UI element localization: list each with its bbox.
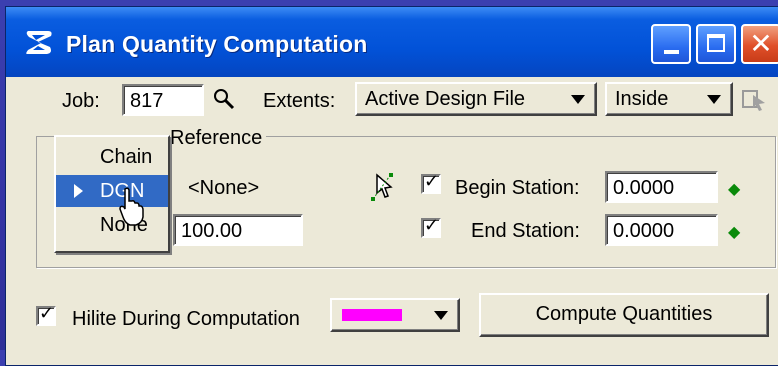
selected-arrow-icon [74,184,83,198]
menu-item-chain[interactable]: Chain [56,141,168,173]
checkmark-icon: ✓ [424,215,440,236]
select-element-icon[interactable] [369,169,399,203]
station-target-icon[interactable]: ◆ [728,222,740,241]
hilite-checkbox[interactable]: ✓ [36,303,56,326]
menu-item-dgn[interactable]: DGN [56,175,168,207]
minimize-button[interactable] [651,24,691,64]
search-icon[interactable] [212,87,236,111]
maximize-button[interactable] [696,24,736,64]
reference-group-label: Reference [166,127,267,150]
extents-scope-select[interactable]: Active Design File [355,82,597,116]
hilite-label: Hilite During Computation [72,308,300,330]
close-icon: ✕ [749,27,773,60]
reference-type-menu: Chain DGN None [54,135,170,253]
title-bar[interactable]: Plan Quantity Computation ✕ [6,7,778,77]
color-swatch [342,309,402,321]
job-input[interactable]: 817 [122,84,204,116]
checkmark-icon: ✓ [39,303,55,324]
hilite-color-select[interactable] [330,298,460,332]
end-station-label: End Station: [471,220,580,242]
menu-item-none[interactable]: None [56,209,168,241]
reference-value: <None> [188,177,260,199]
mouse-cursor-icon [119,187,144,226]
end-station-input[interactable]: 0.0000 [605,214,718,246]
begin-station-checkbox[interactable]: ✓ [421,171,441,194]
extents-mode-select[interactable]: Inside [605,82,733,116]
end-station-checkbox[interactable]: ✓ [421,215,441,238]
compute-quantities-button[interactable]: Compute Quantities [479,293,769,337]
window-title: Plan Quantity Computation [66,31,368,57]
station-target-icon[interactable]: ◆ [728,179,740,198]
extents-label: Extents: [263,90,336,112]
locate-icon[interactable] [741,87,769,113]
reference-interval-input[interactable]: 100.00 [173,214,303,246]
begin-station-label: Begin Station: [455,177,580,199]
close-button[interactable]: ✕ [741,24,778,64]
menu-item-label: Chain [100,146,153,168]
begin-station-input[interactable]: 0.0000 [605,171,718,203]
checkmark-icon: ✓ [424,171,440,192]
extents-mode-value: Inside [615,88,669,110]
job-label: Job: [62,90,100,112]
extents-scope-value: Active Design File [365,88,526,110]
chevron-down-icon [571,95,585,104]
chevron-down-icon [434,311,448,320]
chevron-down-icon [707,95,721,104]
app-logo-icon [26,31,52,54]
dialog-window: Plan Quantity Computation ✕ Job: 817 Ext… [5,6,778,366]
